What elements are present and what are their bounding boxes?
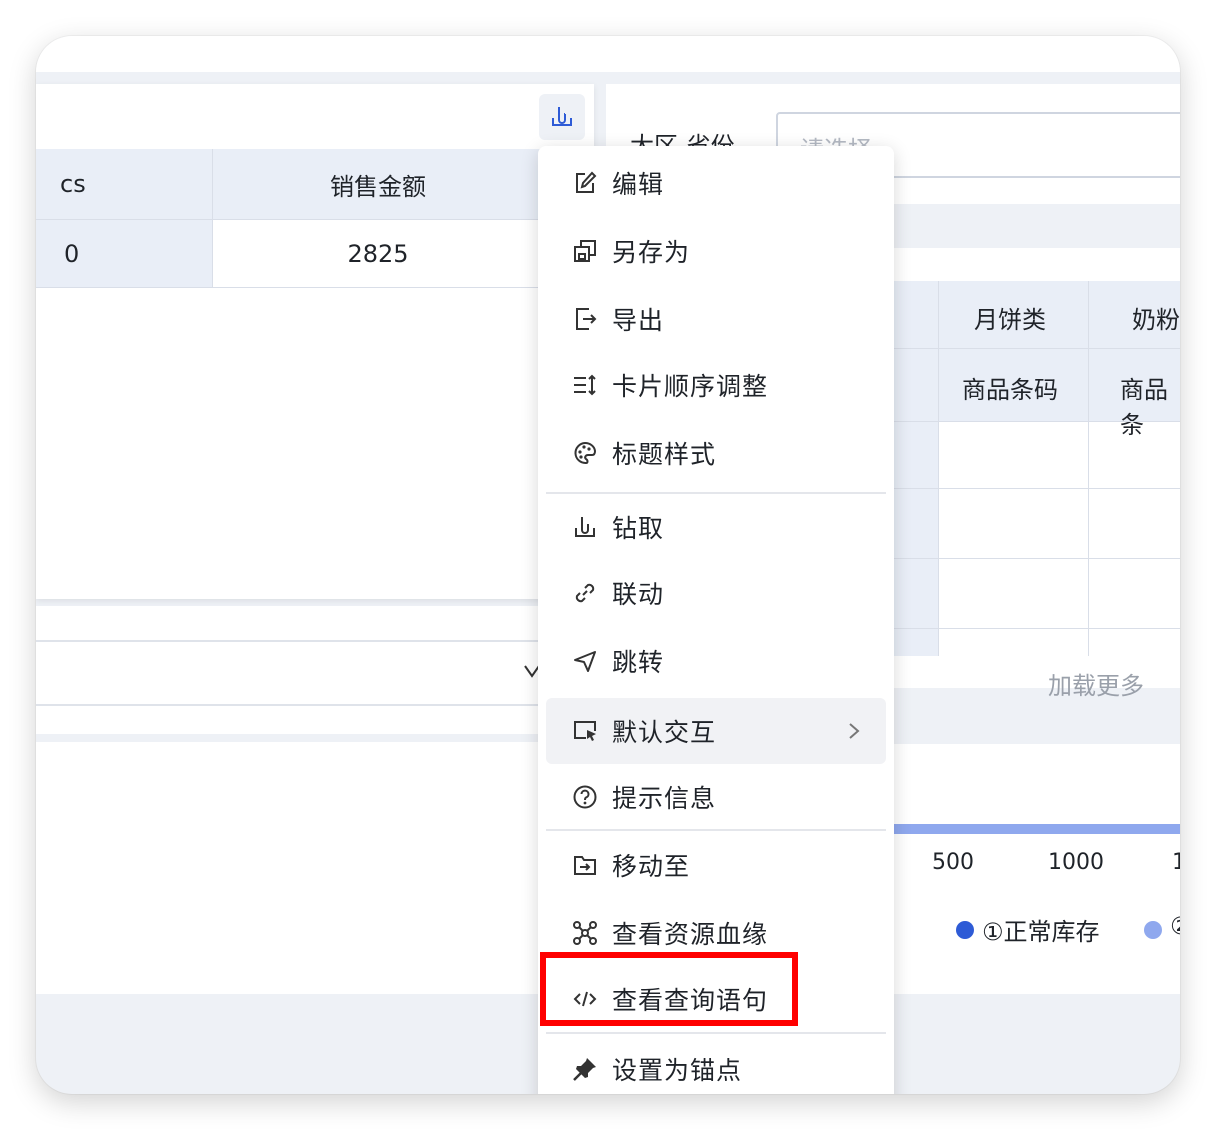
- divider: [894, 421, 1180, 422]
- export-icon: [570, 304, 600, 334]
- menu-separator: [546, 829, 886, 831]
- table-cell-cs: 0: [36, 220, 212, 287]
- top-bar: [36, 36, 1180, 72]
- menu-item-label: 联动: [612, 580, 665, 609]
- interaction-icon: [570, 716, 600, 746]
- menu-item-drill[interactable]: 钻取: [546, 496, 886, 558]
- header-milk-powder[interactable]: 奶粉: [1132, 300, 1180, 335]
- menu-item-label: 卡片顺序调整: [612, 372, 769, 401]
- divider: [938, 281, 939, 656]
- divider: [1088, 281, 1089, 656]
- chart-bar: [894, 824, 1180, 834]
- send-icon: [570, 646, 600, 676]
- menu-item-move-to[interactable]: 移动至: [546, 834, 886, 896]
- menu-item-title-style[interactable]: 标题样式: [546, 422, 886, 484]
- cell-cs-value: 0: [64, 239, 80, 268]
- header-barcode-1[interactable]: 商品条码: [962, 370, 1058, 405]
- menu-item-label: 默认交互: [612, 718, 717, 747]
- divider: [36, 287, 543, 288]
- header-sales-label: 销售金额: [330, 172, 426, 201]
- divider: [894, 348, 1180, 349]
- header-cs-label: cs: [60, 170, 86, 198]
- divider: [894, 628, 1180, 629]
- menu-item-default-interaction[interactable]: 默认交互: [546, 698, 886, 764]
- legend-dot-2: [1144, 921, 1162, 939]
- move-to-folder-icon: [570, 850, 600, 880]
- divider: [894, 558, 1180, 559]
- menu-item-label: 跳转: [612, 648, 665, 677]
- menu-item-save-as[interactable]: 另存为: [546, 220, 886, 282]
- left-bottom-panel: [36, 742, 556, 994]
- menu-item-export[interactable]: 导出: [546, 288, 886, 350]
- dropdown-field[interactable]: [36, 640, 556, 706]
- link-icon: [570, 578, 600, 608]
- menu-separator: [546, 1032, 886, 1034]
- divider: [212, 149, 213, 287]
- menu-item-label: 移动至: [612, 852, 691, 881]
- menu-item-set-anchor[interactable]: 设置为锚点: [546, 1038, 886, 1094]
- drill-button[interactable]: [539, 94, 585, 140]
- app-window: cs 销售金额 0 2825 大区-省份 请选择 月饼类 奶粉 商品条码 商品条…: [36, 36, 1180, 1094]
- divider: [894, 488, 1180, 489]
- menu-item-reorder[interactable]: 卡片顺序调整: [546, 354, 886, 416]
- menu-item-label: 钻取: [612, 514, 665, 543]
- tick-next: 1: [1172, 850, 1180, 875]
- lineage-icon: [570, 918, 600, 948]
- menu-item-label: 设置为锚点: [612, 1056, 743, 1085]
- menu-item-tooltip[interactable]: 提示信息: [546, 766, 886, 828]
- menu-item-label: 提示信息: [612, 784, 717, 813]
- menu-item-label: 编辑: [612, 170, 665, 199]
- table-cell-sales: 2825: [213, 220, 543, 287]
- menu-separator: [546, 492, 886, 494]
- cell-sales-value: 2825: [347, 239, 409, 268]
- drill-icon: [570, 512, 600, 542]
- edit-icon: [570, 168, 600, 198]
- menu-item-edit[interactable]: 编辑: [546, 152, 886, 214]
- chevron-right-icon: [848, 722, 860, 744]
- menu-item-label: 标题样式: [612, 440, 717, 469]
- legend-label-1[interactable]: ①正常库存: [982, 912, 1100, 947]
- help-icon: [570, 782, 600, 812]
- table-header-sales[interactable]: 销售金额: [213, 149, 543, 219]
- menu-item-link[interactable]: 联动: [546, 562, 886, 624]
- reorder-icon: [570, 370, 600, 400]
- header-mooncake[interactable]: 月饼类: [974, 300, 1046, 335]
- table-header-cs[interactable]: cs: [36, 149, 212, 219]
- tick-500: 500: [932, 850, 974, 875]
- save-as-icon: [570, 236, 600, 266]
- highlight-box: [540, 952, 798, 1026]
- divider: [36, 219, 543, 220]
- palette-icon: [570, 438, 600, 468]
- tick-1000: 1000: [1048, 850, 1104, 875]
- load-more-link[interactable]: 加载更多: [1048, 666, 1144, 701]
- header-barcode-2[interactable]: 商品条: [1120, 370, 1180, 440]
- menu-item-label: 另存为: [612, 238, 691, 267]
- menu-item-label: 查看资源血缘: [612, 920, 769, 949]
- legend-dot-1: [956, 921, 974, 939]
- pin-icon: [570, 1054, 600, 1084]
- right-table-side: [894, 421, 938, 656]
- menu-item-label: 导出: [612, 306, 665, 335]
- drill-icon: [552, 107, 572, 126]
- legend-label-2[interactable]: ②: [1170, 912, 1180, 940]
- menu-item-jump[interactable]: 跳转: [546, 630, 886, 692]
